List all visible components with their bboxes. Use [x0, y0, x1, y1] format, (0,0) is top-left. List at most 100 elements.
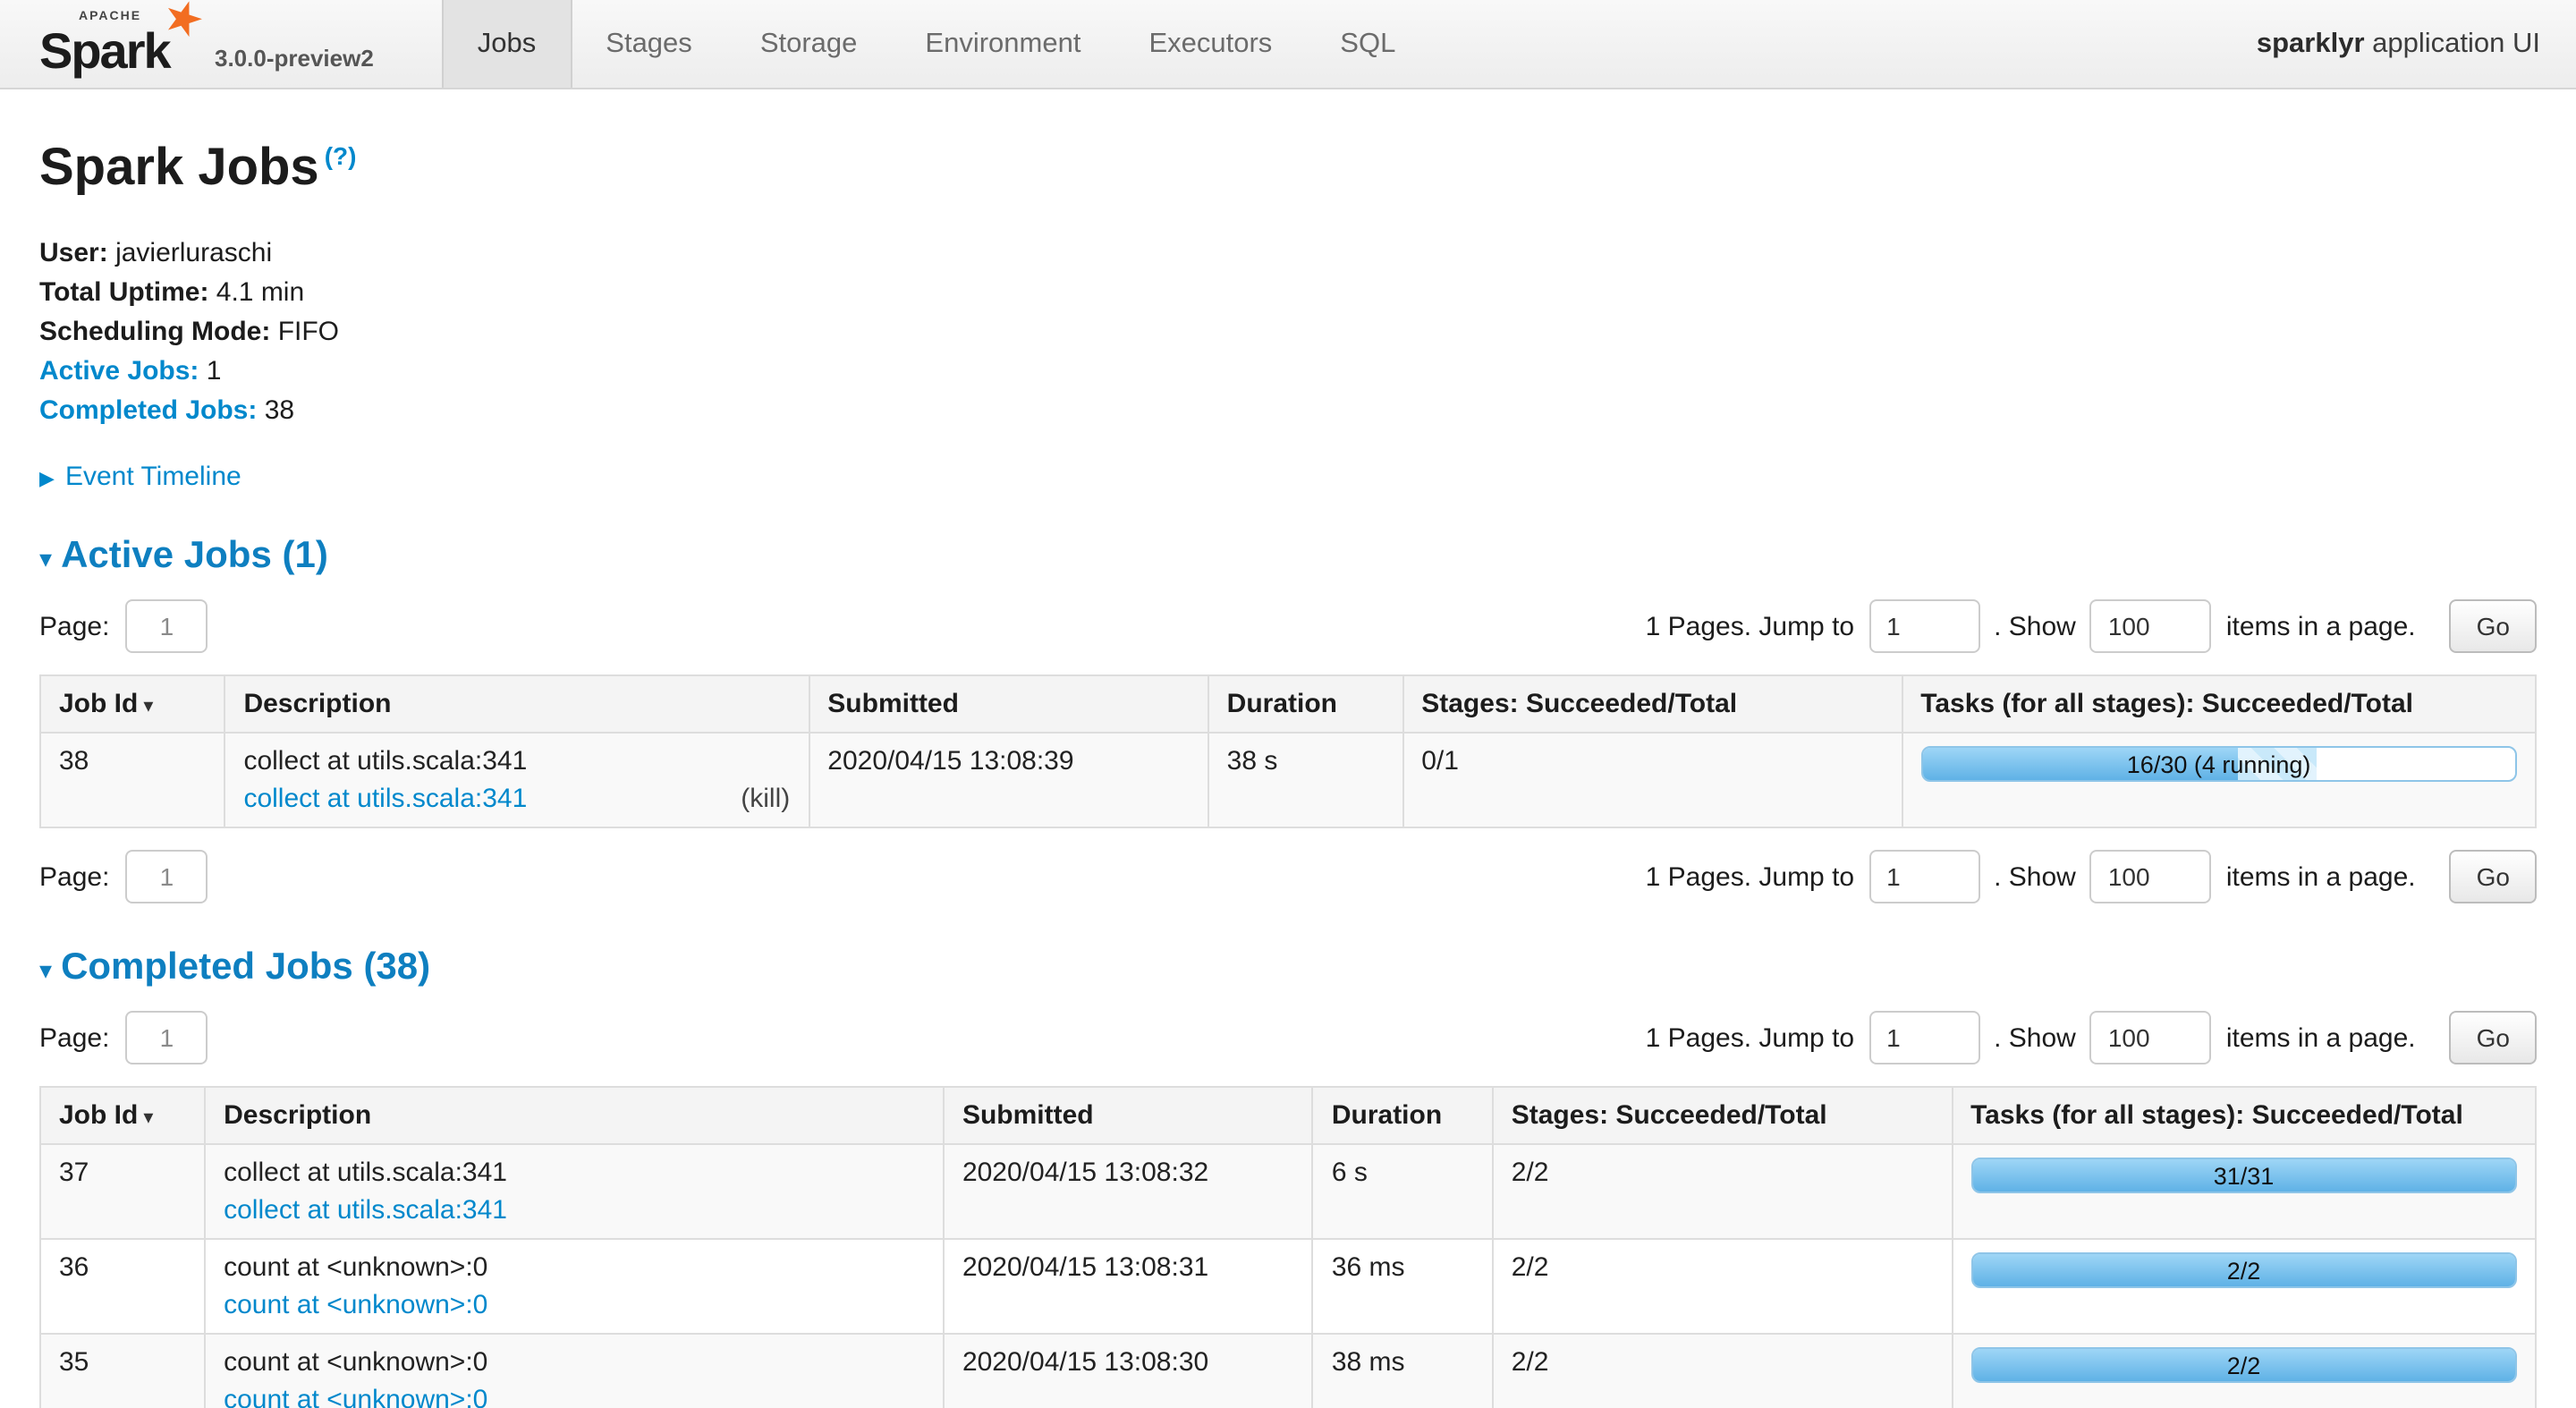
- kill-link[interactable]: (kill): [741, 784, 790, 814]
- submitted-cell: 2020/04/15 13:08:32: [944, 1144, 1313, 1239]
- job-description-link[interactable]: collect at utils.scala:341: [243, 784, 527, 814]
- page-label: Page:: [39, 861, 109, 892]
- progress-bar: 16/30 (4 running): [1920, 746, 2517, 782]
- col-description[interactable]: Description: [205, 1087, 944, 1144]
- user-info: User: javierluraschi: [39, 234, 2537, 274]
- show-text: . Show: [1994, 1022, 2076, 1053]
- table-row: 37 collect at utils.scala:341 collect at…: [40, 1144, 2536, 1239]
- active-jobs-link[interactable]: Active Jobs:: [39, 356, 199, 386]
- tab-sql[interactable]: SQL: [1306, 0, 1429, 88]
- pages-text: 1 Pages. Jump to: [1646, 1022, 1854, 1053]
- show-text: . Show: [1994, 861, 2076, 892]
- help-link[interactable]: (?): [325, 142, 357, 171]
- col-job-id[interactable]: Job Id▾: [40, 1087, 205, 1144]
- jump-to-input[interactable]: [1868, 850, 1979, 903]
- items-per-page-input[interactable]: [2090, 599, 2212, 653]
- tasks-cell: 16/30 (4 running): [1902, 733, 2536, 827]
- description-cell: collect at utils.scala:341 collect at ut…: [205, 1144, 944, 1239]
- active-jobs-info: Active Jobs: 1: [39, 352, 2537, 392]
- tab-environment[interactable]: Environment: [891, 0, 1114, 88]
- page-label: Page:: [39, 1022, 109, 1053]
- completed-jobs-info: Completed Jobs: 38: [39, 392, 2537, 431]
- col-tasks[interactable]: Tasks (for all stages): Succeeded/Total: [1952, 1087, 2536, 1144]
- completed-jobs-link[interactable]: Completed Jobs:: [39, 395, 257, 426]
- items-text: items in a page.: [2226, 1022, 2416, 1053]
- submitted-cell: 2020/04/15 13:08:39: [809, 733, 1208, 827]
- tab-stages[interactable]: Stages: [572, 0, 726, 88]
- progress-label: 31/31: [1972, 1159, 2515, 1192]
- job-id-cell: 37: [40, 1144, 205, 1239]
- pager-active-top: Page: 1 Pages. Jump to . Show items in a…: [39, 599, 2537, 653]
- expanded-arrow-icon: ▾: [39, 955, 52, 984]
- tab-storage[interactable]: Storage: [726, 0, 892, 88]
- scheduling-info: Scheduling Mode: FIFO: [39, 313, 2537, 352]
- active-jobs-table: Job Id▾ Description Submitted Duration S…: [39, 674, 2537, 828]
- show-text: . Show: [1994, 611, 2076, 641]
- page-number-input[interactable]: [125, 850, 208, 903]
- table-row: 36 count at <unknown>:0 count at <unknow…: [40, 1239, 2536, 1334]
- col-duration[interactable]: Duration: [1313, 1087, 1493, 1144]
- job-id-cell: 35: [40, 1334, 205, 1408]
- col-tasks[interactable]: Tasks (for all stages): Succeeded/Total: [1902, 675, 2536, 733]
- go-button[interactable]: Go: [2450, 599, 2537, 653]
- duration-cell: 6 s: [1313, 1144, 1493, 1239]
- stages-cell: 2/2: [1493, 1334, 1952, 1408]
- app-title: sparklyr application UI: [2257, 0, 2540, 88]
- pager-completed-top: Page: 1 Pages. Jump to . Show items in a…: [39, 1011, 2537, 1064]
- tab-jobs[interactable]: Jobs: [442, 0, 572, 88]
- col-submitted[interactable]: Submitted: [809, 675, 1208, 733]
- nav-tabs: Jobs Stages Storage Environment Executor…: [442, 0, 1430, 88]
- duration-cell: 38 s: [1208, 733, 1403, 827]
- col-stages[interactable]: Stages: Succeeded/Total: [1493, 1087, 1952, 1144]
- col-submitted[interactable]: Submitted: [944, 1087, 1313, 1144]
- job-id-cell: 38: [40, 733, 225, 827]
- go-button[interactable]: Go: [2450, 1011, 2537, 1064]
- progress-bar: 31/31: [1970, 1158, 2517, 1193]
- pager-active-bottom: Page: 1 Pages. Jump to . Show items in a…: [39, 850, 2537, 903]
- event-timeline-toggle[interactable]: ▶Event Timeline: [39, 462, 2537, 492]
- submitted-cell: 2020/04/15 13:08:31: [944, 1239, 1313, 1334]
- col-stages[interactable]: Stages: Succeeded/Total: [1402, 675, 1902, 733]
- spark-wordmark: Spark: [39, 23, 170, 81]
- table-row: 38 collect at utils.scala:341 collect at…: [40, 733, 2536, 827]
- app-name: sparklyr: [2257, 29, 2365, 59]
- main-content: Spark Jobs(?) User: javierluraschi Total…: [0, 89, 2576, 1408]
- job-description-link[interactable]: count at <unknown>:0: [224, 1290, 487, 1320]
- progress-bar: 2/2: [1970, 1347, 2517, 1383]
- completed-jobs-heading[interactable]: ▾Completed Jobs (38): [39, 946, 2537, 989]
- description-cell: count at <unknown>:0 count at <unknown>:…: [205, 1334, 944, 1408]
- items-per-page-input[interactable]: [2090, 1011, 2212, 1064]
- navbar: APACHE Spark ★ 3.0.0-preview2 Jobs Stage…: [0, 0, 2576, 89]
- duration-cell: 36 ms: [1313, 1239, 1493, 1334]
- tab-executors[interactable]: Executors: [1114, 0, 1306, 88]
- items-per-page-input[interactable]: [2090, 850, 2212, 903]
- completed-jobs-table: Job Id▾ Description Submitted Duration S…: [39, 1086, 2537, 1408]
- col-job-id[interactable]: Job Id▾: [40, 675, 225, 733]
- apache-label: APACHE: [79, 11, 141, 23]
- job-id-cell: 36: [40, 1239, 205, 1334]
- tasks-cell: 2/2: [1952, 1334, 2536, 1408]
- stages-cell: 2/2: [1493, 1144, 1952, 1239]
- go-button[interactable]: Go: [2450, 850, 2537, 903]
- table-header-row: Job Id▾ Description Submitted Duration S…: [40, 1087, 2536, 1144]
- sort-arrow-icon: ▾: [143, 1107, 153, 1129]
- progress-label: 16/30 (4 running): [1922, 748, 2515, 780]
- col-description[interactable]: Description: [225, 675, 809, 733]
- spark-logo-wordmark: APACHE Spark ★: [39, 5, 197, 81]
- tasks-cell: 31/31: [1952, 1144, 2536, 1239]
- page-number-input[interactable]: [125, 599, 208, 653]
- page-label: Page:: [39, 611, 109, 641]
- spark-star-icon: ★: [156, 0, 209, 47]
- submitted-cell: 2020/04/15 13:08:30: [944, 1334, 1313, 1408]
- col-duration[interactable]: Duration: [1208, 675, 1403, 733]
- table-row: 35 count at <unknown>:0 count at <unknow…: [40, 1334, 2536, 1408]
- spark-ui-page: APACHE Spark ★ 3.0.0-preview2 Jobs Stage…: [0, 0, 2576, 1408]
- jump-to-input[interactable]: [1868, 1011, 1979, 1064]
- active-jobs-heading[interactable]: ▾Active Jobs (1): [39, 535, 2537, 578]
- items-text: items in a page.: [2226, 611, 2416, 641]
- jump-to-input[interactable]: [1868, 599, 1979, 653]
- tasks-cell: 2/2: [1952, 1239, 2536, 1334]
- job-description-link[interactable]: collect at utils.scala:341: [224, 1195, 507, 1226]
- page-number-input[interactable]: [125, 1011, 208, 1064]
- job-description-link[interactable]: count at <unknown>:0: [224, 1385, 487, 1408]
